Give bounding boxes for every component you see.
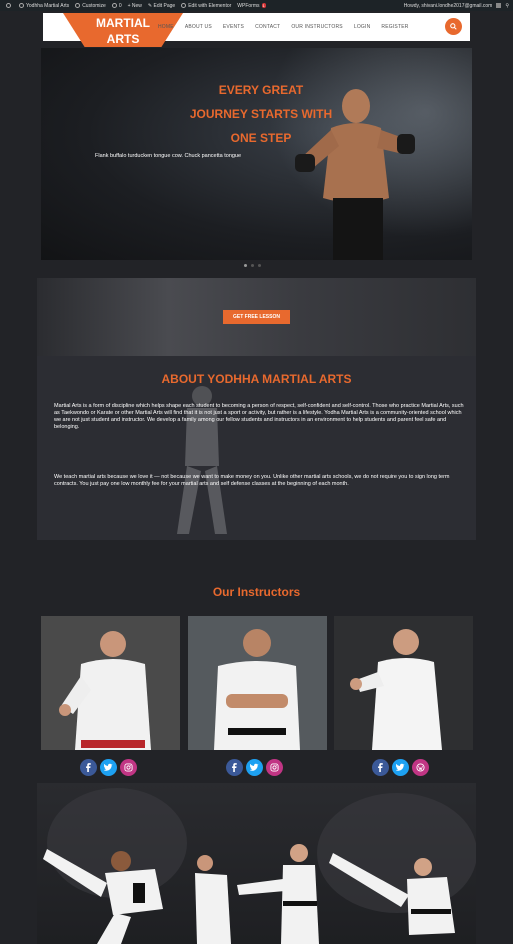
instructor-card-1[interactable] — [41, 616, 180, 750]
search-button[interactable] — [445, 18, 462, 35]
main-nav: HOME ABOUT US EVENTS CONTACT OUR INSTRUC… — [158, 13, 420, 41]
instagram-icon[interactable] — [266, 759, 283, 776]
twitter-icon[interactable] — [392, 759, 409, 776]
facebook-icon[interactable] — [80, 759, 97, 776]
instructor-card-3[interactable] — [334, 616, 473, 750]
instructor-2-socials — [226, 759, 283, 776]
instructor-photo-1 — [41, 616, 180, 750]
wp-logo-menu[interactable] — [6, 3, 13, 8]
instructor-photo-3 — [334, 616, 473, 750]
admin-site-name[interactable]: Yodhha Martial Arts — [19, 3, 69, 9]
nav-login[interactable]: LOGIN — [354, 24, 371, 30]
slider-dot-1[interactable] — [244, 264, 247, 267]
facebook-icon[interactable] — [372, 759, 389, 776]
nav-home[interactable]: HOME — [158, 24, 174, 30]
twitter-icon[interactable] — [100, 759, 117, 776]
cta-band: GET FREE LESSON — [37, 278, 476, 356]
instructor-photo-2 — [188, 616, 327, 750]
wordpress-icon — [6, 3, 11, 8]
avatar[interactable] — [496, 3, 502, 8]
nav-about-us[interactable]: ABOUT US — [185, 24, 212, 30]
admin-wpforms[interactable]: WPForms 1 — [237, 3, 266, 9]
about-paragraph-1: Martial Arts is a form of discipline whi… — [54, 403, 464, 430]
get-free-lesson-button[interactable]: GET FREE LESSON — [223, 310, 290, 324]
hero-subtext: Flank buffalo turducken tongue cow. Chuc… — [95, 153, 242, 159]
about-paragraph-2: We teach martial arts because we love it… — [54, 474, 450, 487]
nav-our-instructors[interactable]: OUR INSTRUCTORS — [291, 24, 343, 30]
wpforms-badge: 1 — [261, 3, 266, 8]
admin-new[interactable]: + New — [128, 3, 142, 9]
instructor-card-2[interactable] — [188, 616, 327, 750]
admin-elementor[interactable]: Edit with Elementor — [181, 3, 231, 9]
admin-search-icon[interactable]: ⚲ — [505, 3, 509, 9]
home-icon — [19, 3, 24, 8]
kicking-fighters-image — [43, 788, 476, 944]
background-figure-image — [177, 386, 227, 534]
admin-bar: Yodhha Martial Arts Customize 0 + New ✎ … — [0, 0, 513, 11]
admin-comments[interactable]: 0 — [111, 3, 122, 9]
admin-howdy[interactable]: Howdy, shivani.londhe2017@gmail.com — [404, 3, 493, 9]
slider-dots — [244, 264, 261, 267]
brush-icon — [75, 3, 81, 8]
facebook-icon[interactable] — [226, 759, 243, 776]
slider-dot-3[interactable] — [258, 264, 261, 267]
about-title: ABOUT YODHHA MARTIAL ARTS — [161, 372, 352, 386]
about-section: ABOUT YODHHA MARTIAL ARTS Martial Arts i… — [37, 356, 476, 540]
twitter-icon[interactable] — [246, 759, 263, 776]
admin-edit-page[interactable]: ✎ Edit Page — [148, 3, 175, 9]
site-header: MARTIAL ARTS HOME ABOUT US EVENTS CONTAC… — [43, 13, 470, 47]
instructors-title: Our Instructors — [212, 585, 301, 599]
nav-events[interactable]: EVENTS — [223, 24, 244, 30]
nav-contact[interactable]: CONTACT — [255, 24, 280, 30]
wordpress-icon[interactable] — [412, 759, 429, 776]
comment-icon — [111, 3, 117, 8]
nav-register[interactable]: REGISTER — [381, 24, 408, 30]
instagram-icon[interactable] — [120, 759, 137, 776]
hero-headline: EVERY GREAT JOURNEY STARTS WITH ONE STEP — [189, 83, 333, 145]
admin-customize[interactable]: Customize — [75, 3, 106, 9]
hero-slider: EVERY GREAT JOURNEY STARTS WITH ONE STEP… — [41, 48, 472, 260]
instructor-3-socials — [372, 759, 429, 776]
bottom-banner — [37, 783, 476, 944]
slider-dot-2[interactable] — [251, 264, 254, 267]
search-icon — [450, 23, 457, 30]
instructor-1-socials — [80, 759, 137, 776]
elementor-icon — [181, 3, 187, 8]
